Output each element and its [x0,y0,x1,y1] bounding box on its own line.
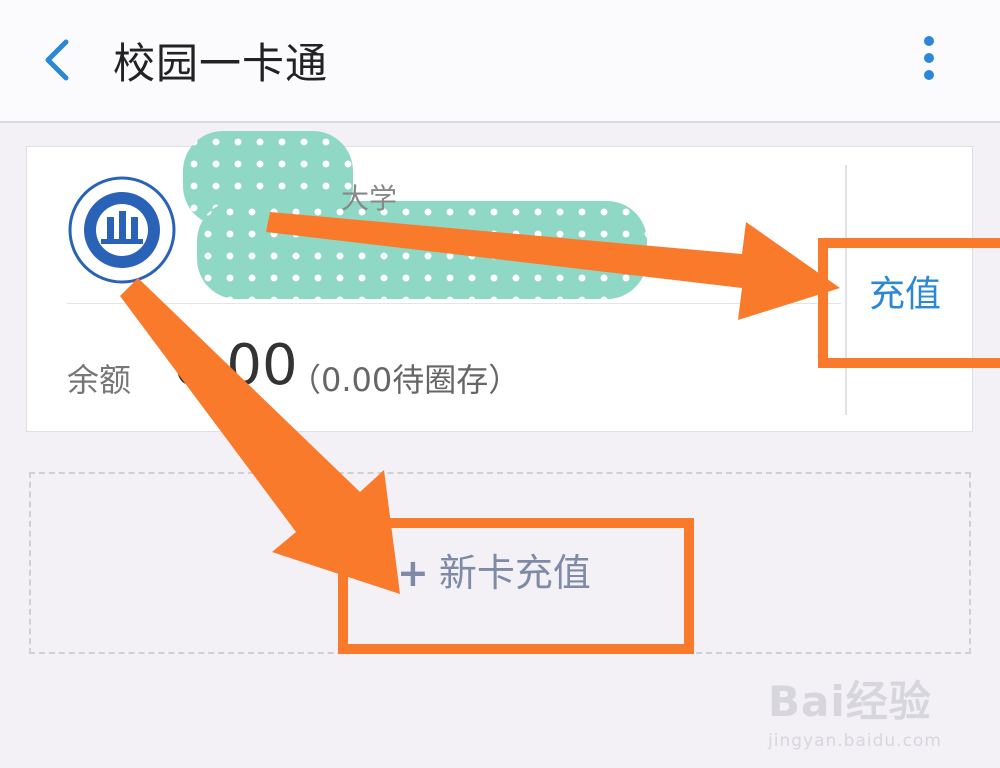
balance-label: 余额 [67,361,132,399]
watermark-url: jingyan.baidu.com [768,731,942,751]
balance-amount: 0.00 [173,333,298,398]
highlight-new-card-box [338,518,694,654]
page-title: 校园一卡通 [113,39,329,88]
watermark: Bai经验 jingyan.baidu.com [768,668,968,758]
watermark-logo: Bai经验 [768,677,932,726]
university-logo-icon [68,176,176,284]
highlight-recharge-box [818,238,1000,368]
school-name: 大学 [341,182,398,215]
app-header: 校园一卡通 [0,0,1000,123]
back-button[interactable] [38,36,78,84]
pending-amount: （0.00待圈存） [289,361,521,399]
chevron-left-icon [45,39,69,81]
more-menu-button[interactable] [916,36,942,86]
redacted-name-blur [197,201,647,299]
more-vertical-icon [924,36,934,46]
divider [67,303,841,304]
